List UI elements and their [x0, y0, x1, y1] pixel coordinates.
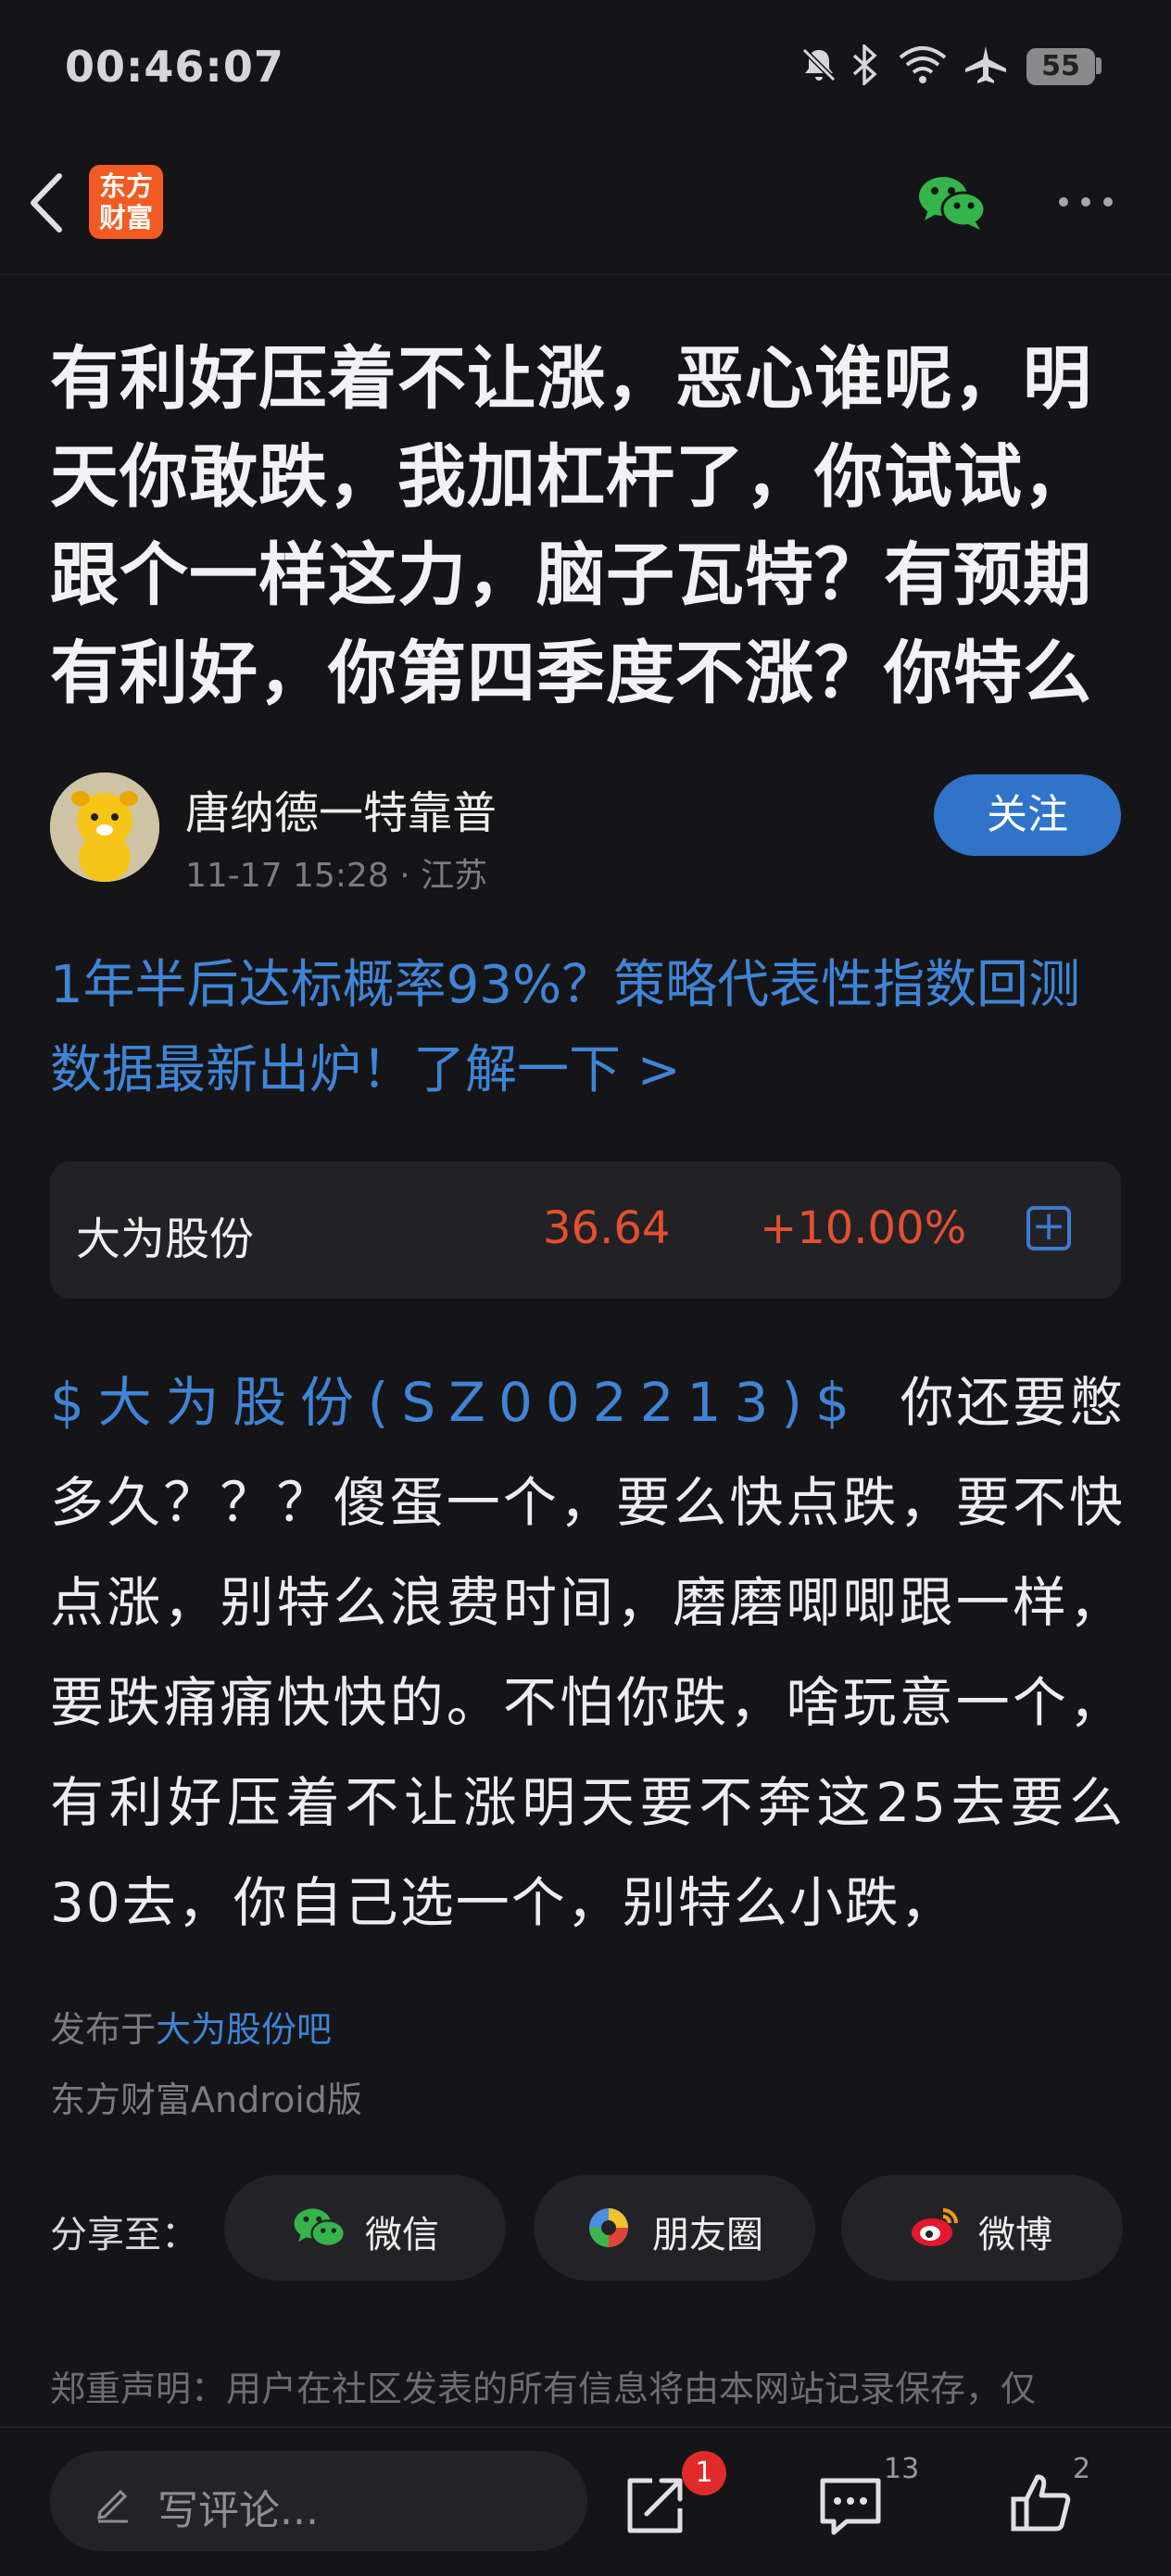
app-logo: 东方 财富 — [89, 165, 163, 239]
stock-price: 36.64 — [543, 1202, 671, 1254]
stock-change: +10.00% — [760, 1202, 967, 1254]
published-prefix: 发布于 — [50, 2009, 157, 2050]
post-title: 有利好压着不让涨，恶心谁呢，明天你敢跌，我加杠杆了，你试试，跟个一样这力，脑子瓦… — [50, 339, 1092, 713]
wechat-icon[interactable] — [917, 172, 988, 232]
disclaimer: 郑重声明：用户在社区发表的所有信息将由本网站记录保存，仅 — [50, 2369, 1037, 2409]
published-in: 发布于大为股份吧 — [50, 2001, 332, 2052]
comment-icon[interactable] — [815, 2471, 886, 2542]
back-icon[interactable] — [24, 170, 70, 235]
status-time: 00:46:07 — [65, 42, 284, 92]
stock-tag-link[interactable]: $大为股份(SZ002213)$ — [50, 1371, 863, 1434]
more-icon[interactable] — [1056, 195, 1115, 209]
promo-link[interactable]: 1年半后达标概率93%？策略代表性指数回测数据最新出炉！了解一下 > — [50, 943, 1125, 1113]
client-info: 东方财富Android版 — [50, 2080, 362, 2120]
share-weibo-label: 微博 — [978, 2214, 1052, 2256]
share-wechat-label: 微信 — [365, 2214, 439, 2256]
logo-line2: 财富 — [98, 202, 153, 233]
share-moments-label: 朋友圈 — [652, 2214, 763, 2256]
avatar[interactable] — [50, 773, 159, 882]
share-label: 分享至： — [50, 2214, 198, 2256]
post-location: · 江苏 — [388, 857, 488, 895]
logo-line1: 东方 — [98, 170, 153, 202]
author-name[interactable]: 唐纳德一特靠普 — [185, 776, 497, 841]
follow-button[interactable]: 关注 — [934, 774, 1121, 856]
mute-bell-icon — [801, 47, 837, 82]
forum-link[interactable]: 大为股份吧 — [156, 2009, 332, 2050]
like-count: 2 — [1073, 2453, 1091, 2485]
post-meta: 11-17 15:28 · 江苏 — [185, 848, 487, 897]
post-body-text: 你还要憋多久？？？傻蛋一个，要么快点跌，要不快点涨，别特么浪费时间，磨磨唧唧跟一… — [50, 1371, 1125, 1934]
pencil-icon — [97, 2489, 128, 2523]
post-time: 11-17 15:28 — [185, 857, 389, 895]
battery-icon: 55 — [1026, 48, 1095, 85]
airplane-icon — [965, 46, 1006, 83]
wifi-icon — [899, 46, 947, 83]
like-icon[interactable] — [1006, 2468, 1077, 2538]
stock-name: 大为股份 — [76, 1213, 255, 1265]
nav-bar — [0, 148, 1171, 275]
avatar-cartoon-icon — [50, 773, 159, 882]
moments-icon — [589, 2208, 628, 2247]
comment-placeholder: 写评论... — [157, 2487, 319, 2534]
battery-tip — [1096, 57, 1102, 74]
wechat-icon — [294, 2208, 346, 2247]
weibo-icon — [912, 2208, 958, 2246]
bluetooth-icon — [852, 44, 877, 85]
post-body: $大为股份(SZ002213)$ 你还要憋多久？？？傻蛋一个，要么快点跌，要不快点… — [50, 1352, 1125, 1953]
share-badge: 1 — [682, 2451, 726, 2495]
add-watchlist-icon[interactable]: + — [1026, 1206, 1071, 1250]
comment-count: 13 — [884, 2453, 920, 2485]
share-icon[interactable] — [621, 2469, 691, 2540]
